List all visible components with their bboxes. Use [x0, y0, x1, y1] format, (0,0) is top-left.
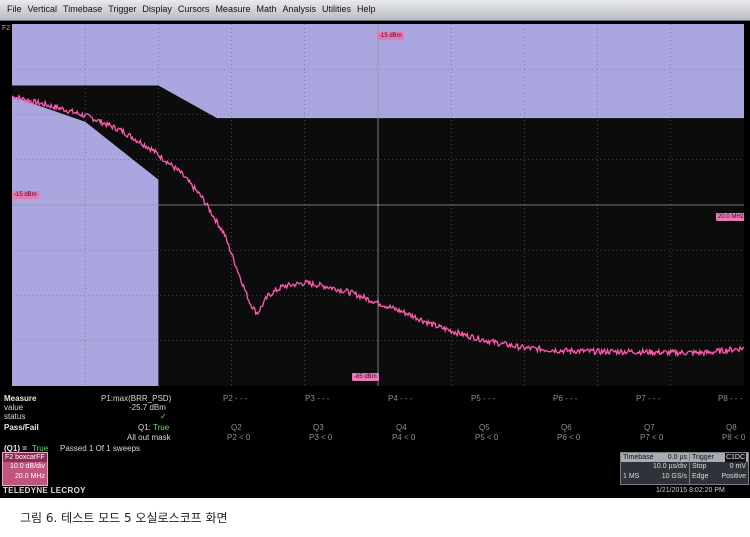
param-name: P2 — [223, 394, 233, 403]
bottom-reference-marker[interactable]: -85 dBm — [352, 373, 379, 381]
figure-caption: 그림 6. 테스트 모드 5 오실로스코프 화면 — [20, 511, 228, 525]
p1-status-check-icon: ✓ — [160, 412, 167, 421]
measure-label: Measure — [4, 394, 37, 403]
menu-list: File Vertical Timebase Trigger Display Cursor… — [0, 0, 750, 14]
passfail-label: Pass/Fail — [4, 423, 39, 432]
left-reference-marker[interactable]: -15 dBm — [12, 191, 39, 199]
query-q7-condition: P7 < 0 — [640, 433, 664, 442]
trigger-slope: Positive — [721, 473, 746, 480]
trigger-header: Trigger C1DC — [690, 453, 748, 462]
brand-logo: TELEDYNE LECROY — [3, 486, 86, 495]
trigger-title: Trigger — [692, 454, 714, 461]
param-value: - - - — [648, 394, 661, 403]
f2-descriptor-box[interactable]: F2 boxcarFF 10.0 dB/div 20.0 MHz — [2, 452, 48, 486]
oscilloscope-screen: File Vertical Timebase Trigger Display Cursor… — [0, 0, 750, 498]
trigger-type: Edge — [692, 473, 709, 480]
trigger-mode-row: Stop 0 mV — [690, 462, 748, 472]
param-p7[interactable]: P7 - - - — [636, 394, 660, 403]
f2-trace-tag: F2 — [2, 25, 11, 32]
waveform-grid[interactable]: -15 dBm -15 dBm 20.0 MHz -85 dBm — [12, 24, 744, 386]
param-p4[interactable]: P4 - - - — [388, 394, 412, 403]
p1-value: -25.7 dBm — [129, 403, 166, 412]
param-value: - - - — [483, 394, 496, 403]
timebase-header: Timebase 0.0 µs — [621, 453, 689, 462]
query-q6-condition: P6 < 0 — [557, 433, 581, 442]
query-q2-condition: P2 < 0 — [227, 433, 251, 442]
f2-scale: 10.0 dB/div — [9, 463, 45, 470]
menu-item-trigger[interactable]: Trigger — [105, 0, 139, 14]
param-name: P8 — [718, 394, 728, 403]
query-q8-condition: P8 < 0 — [722, 433, 746, 442]
param-name: P5 — [471, 394, 481, 403]
menu-item-measure[interactable]: Measure — [212, 0, 253, 14]
param-name: P4 — [388, 394, 398, 403]
trigger-level: 0 mV — [729, 463, 746, 470]
trigger-badge: C1DC — [724, 453, 746, 462]
param-p2[interactable]: P2 - - - — [223, 394, 247, 403]
trigger-panel[interactable]: Trigger C1DC Stop 0 mV Edge Positive — [689, 452, 749, 485]
query-q5-name[interactable]: Q5 — [479, 423, 490, 432]
trigger-type-row: Edge Positive — [690, 472, 748, 482]
query-q6-name[interactable]: Q6 — [561, 423, 572, 432]
menu-item-timebase[interactable]: Timebase — [60, 0, 105, 14]
query-q8-name[interactable]: Q8 — [726, 423, 737, 432]
trigger-mode: Stop — [692, 463, 707, 470]
param-p6[interactable]: P6 - - - — [553, 394, 577, 403]
param-value: - - - — [400, 394, 413, 403]
query-q4-condition: P4 < 0 — [392, 433, 416, 442]
date-time: 1/21/2015 8:02:20 PM — [656, 487, 725, 494]
param-value: - - - — [235, 394, 248, 403]
param-name: P7 — [636, 394, 646, 403]
timebase-delay: 0.0 µs — [667, 454, 687, 461]
mask-lower-region — [12, 96, 159, 386]
sweep-summary: Passed 1 Of 1 sweeps — [60, 444, 141, 453]
query-q7-name[interactable]: Q7 — [644, 423, 655, 432]
param-value: - - - — [730, 394, 743, 403]
timebase-points: 1 MS — [623, 473, 640, 480]
top-reference-marker[interactable]: -15 dBm — [377, 32, 404, 40]
query-q4-name[interactable]: Q4 — [396, 423, 407, 432]
param-p8[interactable]: P8 - - - — [718, 394, 742, 403]
value-label: value — [4, 403, 24, 412]
p1-name[interactable]: P1:max(BRR_PSD) — [101, 394, 171, 403]
menu-item-help[interactable]: Help — [354, 0, 379, 14]
timebase-panel[interactable]: Timebase 0.0 µs 10.0 µs/div 1 MS 10 GS/s — [620, 452, 690, 485]
param-value: - - - — [565, 394, 578, 403]
query-q2-name[interactable]: Q2 — [231, 423, 242, 432]
q1-name[interactable]: Q1: — [138, 423, 151, 432]
param-name: P3 — [305, 394, 315, 403]
menu-item-cursors[interactable]: Cursors — [175, 0, 213, 14]
waveform-plot — [12, 24, 744, 386]
param-p3[interactable]: P3 - - - — [305, 394, 329, 403]
query-q3-condition: P3 < 0 — [309, 433, 333, 442]
q1-value: True — [153, 423, 170, 432]
f2-offset: 20.0 MHz — [15, 473, 45, 480]
f2-title: F2 boxcarFF — [3, 453, 47, 462]
timebase-title: Timebase — [623, 454, 654, 461]
menu-item-vertical[interactable]: Vertical — [25, 0, 61, 14]
menu-bar: File Vertical Timebase Trigger Display Cursor… — [0, 0, 750, 21]
menu-item-display[interactable]: Display — [139, 0, 175, 14]
timebase-rate-row: 1 MS 10 GS/s — [621, 472, 689, 482]
query-q3-name[interactable]: Q3 — [313, 423, 324, 432]
query-q5-condition: P5 < 0 — [475, 433, 499, 442]
status-label: status — [4, 412, 26, 421]
menu-item-math[interactable]: Math — [253, 0, 279, 14]
menu-item-utilities[interactable]: Utilities — [319, 0, 354, 14]
timebase-div: 10.0 µs/div — [653, 463, 687, 470]
menu-item-analysis[interactable]: Analysis — [279, 0, 319, 14]
param-name: P6 — [553, 394, 563, 403]
param-p5[interactable]: P5 - - - — [471, 394, 495, 403]
q1-description: All out mask — [127, 433, 171, 442]
param-value: - - - — [317, 394, 330, 403]
right-reference-marker[interactable]: 20.0 MHz — [716, 213, 744, 221]
menu-item-file[interactable]: File — [4, 0, 25, 14]
timebase-rate: 10 GS/s — [661, 473, 687, 480]
